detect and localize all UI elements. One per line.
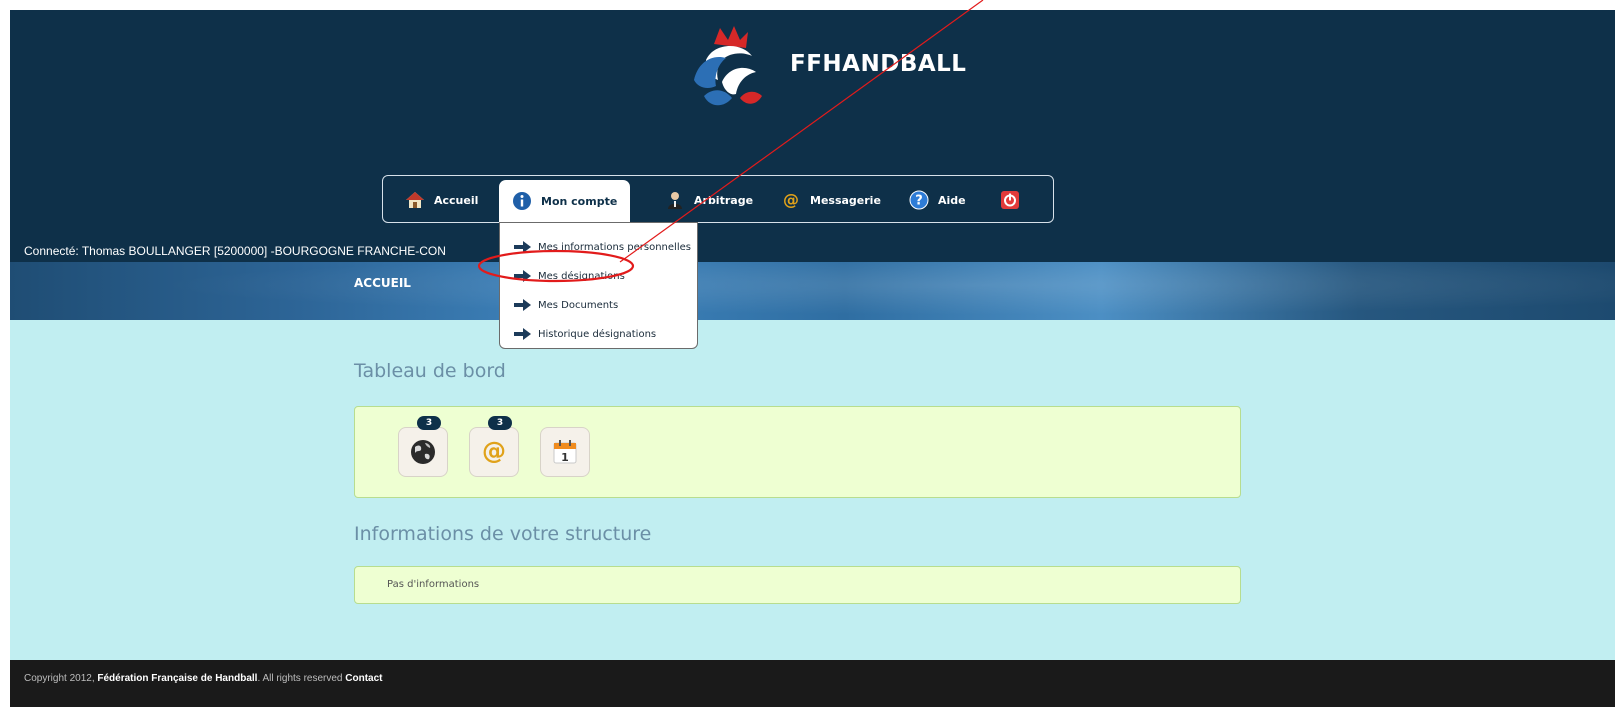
nav-mon-compte[interactable]: Mon compte xyxy=(499,180,631,222)
menu-item-mes-documents[interactable]: Mes Documents xyxy=(514,296,618,314)
nav-arbitrage[interactable]: Arbitrage xyxy=(665,182,753,218)
footer-rights: . All rights reserved xyxy=(257,673,346,684)
nav-aide[interactable]: ? Aide xyxy=(909,182,966,218)
dashboard-panel: 3 3 @ 1 xyxy=(354,406,1241,498)
logo-text: FFHANDBALL xyxy=(790,51,967,77)
menu-item-infos-personnelles[interactable]: Mes informations personnelles xyxy=(514,238,691,256)
structure-title: Informations de votre structure xyxy=(354,523,652,545)
menu-item-label: Mes informations personnelles xyxy=(538,241,691,253)
ffhandball-logo[interactable]: FFHANDBALL xyxy=(684,24,984,114)
menu-item-historique-designations[interactable]: Historique désignations xyxy=(514,325,656,343)
messages-tile[interactable]: 3 @ xyxy=(469,416,519,477)
svg-text:?: ? xyxy=(915,194,923,209)
messages-badge: 3 xyxy=(488,416,512,430)
connected-user-bar: Connecté: Thomas BOULLANGER [5200000] -B… xyxy=(10,240,1615,262)
page-title: ACCUEIL xyxy=(354,276,411,290)
at-icon: @ xyxy=(781,190,801,210)
at-icon: @ xyxy=(482,438,506,465)
home-icon xyxy=(405,190,425,210)
globe-tile[interactable]: 3 xyxy=(398,416,448,477)
menu-item-label: Mes Documents xyxy=(538,299,619,311)
page-banner: ACCUEIL xyxy=(10,262,1615,320)
power-icon xyxy=(1000,190,1020,210)
menu-item-label: Historique désignations xyxy=(538,328,657,340)
nav-messagerie[interactable]: @ Messagerie xyxy=(781,182,881,218)
info-icon xyxy=(512,191,532,211)
site-header: FFHANDBALL Accueil Mon compte Arbitrage xyxy=(10,10,1615,240)
nav-aide-label: Aide xyxy=(938,193,966,207)
nav-messagerie-label: Messagerie xyxy=(810,193,881,207)
rooster-logo-icon xyxy=(694,26,762,106)
nav-arbitrage-label: Arbitrage xyxy=(694,193,754,207)
nav-accueil-label: Accueil xyxy=(434,193,479,207)
globe-badge: 3 xyxy=(417,416,441,430)
arrow-right-icon xyxy=(514,241,531,253)
svg-text:@: @ xyxy=(783,190,799,209)
footer-contact-link[interactable]: Contact xyxy=(345,673,382,684)
menu-item-mes-designations[interactable]: Mes désignations xyxy=(514,267,625,285)
page: FFHANDBALL Accueil Mon compte Arbitrage xyxy=(10,10,1615,707)
site-footer: Copyright 2012, Fédération Française de … xyxy=(10,660,1615,707)
main-navigation: Accueil Mon compte Arbitrage @ Messageri… xyxy=(382,175,1054,223)
arrow-right-icon xyxy=(514,328,531,340)
structure-empty-text: Pas d'informations xyxy=(387,579,480,590)
dashboard-title: Tableau de bord xyxy=(354,360,506,382)
arrow-right-icon xyxy=(514,299,531,311)
arrow-right-icon xyxy=(514,270,531,282)
globe-icon xyxy=(411,440,435,464)
structure-panel: Pas d'informations xyxy=(354,566,1241,604)
footer-copyright: Copyright 2012, xyxy=(24,673,98,684)
footer-org-link[interactable]: Fédération Française de Handball xyxy=(97,673,257,684)
calendar-icon: 1 xyxy=(553,440,577,464)
svg-text:@: @ xyxy=(482,438,506,465)
nav-accueil[interactable]: Accueil xyxy=(405,182,478,218)
calendar-tile[interactable]: 1 xyxy=(540,427,590,477)
account-dropdown-menu: Mes informations personnelles Mes désign… xyxy=(499,222,698,349)
logout-button[interactable] xyxy=(1000,182,1020,218)
menu-item-label: Mes désignations xyxy=(538,270,625,282)
referee-icon xyxy=(665,190,685,210)
help-icon: ? xyxy=(909,190,929,210)
nav-mon-compte-label: Mon compte xyxy=(541,194,618,208)
calendar-day-label: 1 xyxy=(561,451,569,464)
connected-user-text: Connecté: Thomas BOULLANGER [5200000] -B… xyxy=(24,244,446,258)
